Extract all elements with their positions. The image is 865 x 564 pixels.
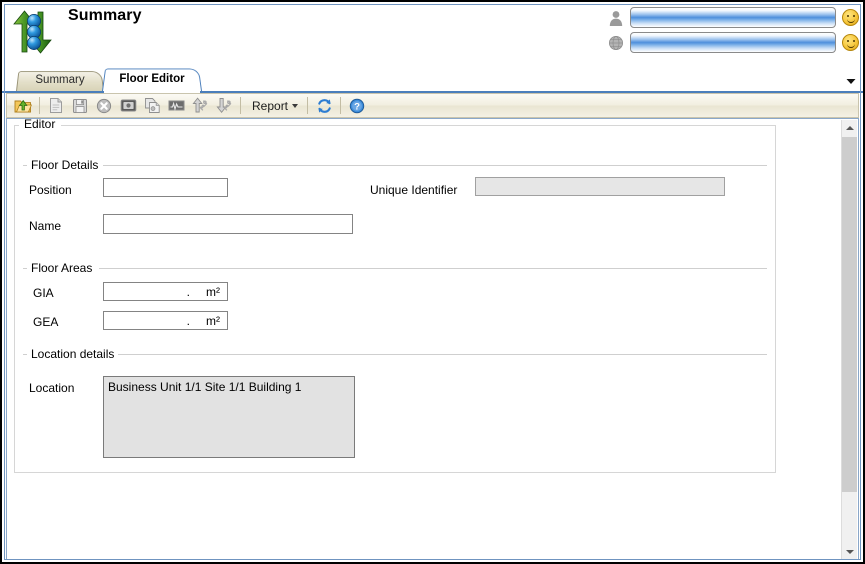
floor-areas-caption: Floor Areas bbox=[27, 261, 97, 275]
application-window: Summary Summary Floor Editor Report ? Ed… bbox=[0, 0, 865, 564]
organisation-select-field[interactable] bbox=[630, 32, 836, 53]
editor-group-caption: Editor bbox=[21, 119, 59, 131]
toolbar-separator bbox=[307, 97, 309, 114]
gia-label: GIA bbox=[33, 286, 54, 300]
user-status-smiley-icon[interactable] bbox=[842, 9, 859, 26]
tab-summary-label: Summary bbox=[35, 74, 85, 86]
refresh-button[interactable] bbox=[313, 95, 335, 116]
floor-areas-border-right bbox=[99, 268, 767, 269]
unique-identifier-label: Unique Identifier bbox=[370, 183, 458, 197]
save-button[interactable] bbox=[69, 95, 91, 116]
svg-text:?: ? bbox=[354, 101, 360, 112]
move-up-button[interactable] bbox=[189, 95, 211, 116]
copy-button[interactable] bbox=[141, 95, 163, 116]
gia-value: . bbox=[186, 284, 190, 299]
tab-floor-editor[interactable]: Floor Editor bbox=[102, 67, 202, 93]
name-label: Name bbox=[29, 219, 62, 233]
location-details-caption: Location details bbox=[27, 347, 119, 361]
scrollbar-thumb[interactable] bbox=[842, 137, 857, 492]
delete-button[interactable] bbox=[93, 95, 115, 116]
editor-group-border-left bbox=[14, 125, 19, 126]
gia-unit-label: m² bbox=[206, 284, 220, 299]
gea-input[interactable]: . m² bbox=[103, 311, 228, 330]
gea-label: GEA bbox=[33, 315, 59, 329]
app-header: Summary bbox=[2, 2, 863, 62]
tab-strip: Summary Floor Editor bbox=[2, 62, 863, 93]
organisation-status-smiley-icon[interactable] bbox=[842, 34, 859, 51]
editor-content-panel: Editor Floor Details Position Unique Ide… bbox=[6, 118, 859, 560]
gia-input[interactable]: . m² bbox=[103, 282, 228, 301]
toolbar-separator bbox=[340, 97, 342, 114]
caret-down-icon bbox=[292, 103, 299, 108]
report-button-label: Report bbox=[252, 98, 289, 113]
tab-floor-editor-label: Floor Editor bbox=[119, 73, 185, 85]
globe-icon bbox=[608, 34, 624, 52]
user-select-field[interactable] bbox=[630, 7, 836, 28]
chevron-down-icon bbox=[845, 550, 854, 554]
position-input[interactable] bbox=[103, 178, 228, 197]
name-input[interactable] bbox=[103, 214, 353, 234]
app-logo-icon bbox=[10, 8, 60, 56]
view-button[interactable] bbox=[117, 95, 139, 116]
toolbar-separator bbox=[39, 97, 40, 114]
page-title: Summary bbox=[68, 7, 142, 24]
help-button[interactable]: ? bbox=[346, 95, 368, 116]
move-down-button[interactable] bbox=[213, 95, 235, 116]
gea-unit-label: m² bbox=[206, 313, 220, 328]
vertical-scrollbar[interactable] bbox=[841, 120, 857, 559]
scrollbar-up-button[interactable] bbox=[842, 120, 857, 136]
scrollbar-down-button[interactable] bbox=[842, 544, 857, 559]
toolbar: Report ? bbox=[6, 93, 859, 118]
open-folder-button[interactable] bbox=[12, 95, 34, 116]
chart-button[interactable] bbox=[165, 95, 187, 116]
tab-overflow-chevron-down-icon[interactable] bbox=[845, 75, 857, 85]
report-button[interactable]: Report bbox=[245, 95, 303, 116]
location-details-border-right bbox=[112, 354, 767, 355]
location-textarea[interactable] bbox=[103, 376, 355, 458]
location-label: Location bbox=[29, 381, 75, 395]
user-icon bbox=[608, 9, 624, 27]
tab-summary[interactable]: Summary bbox=[16, 70, 104, 91]
new-document-button[interactable] bbox=[45, 95, 67, 116]
editor-group-top-border bbox=[14, 125, 776, 126]
chevron-up-icon bbox=[845, 126, 854, 130]
floor-details-caption: Floor Details bbox=[27, 158, 103, 172]
editor-group-border-right bbox=[61, 125, 776, 126]
toolbar-separator bbox=[240, 97, 241, 114]
floor-details-border-right bbox=[103, 165, 767, 166]
gea-value: . bbox=[186, 313, 190, 328]
unique-identifier-input[interactable] bbox=[475, 177, 725, 196]
position-label: Position bbox=[29, 183, 72, 197]
